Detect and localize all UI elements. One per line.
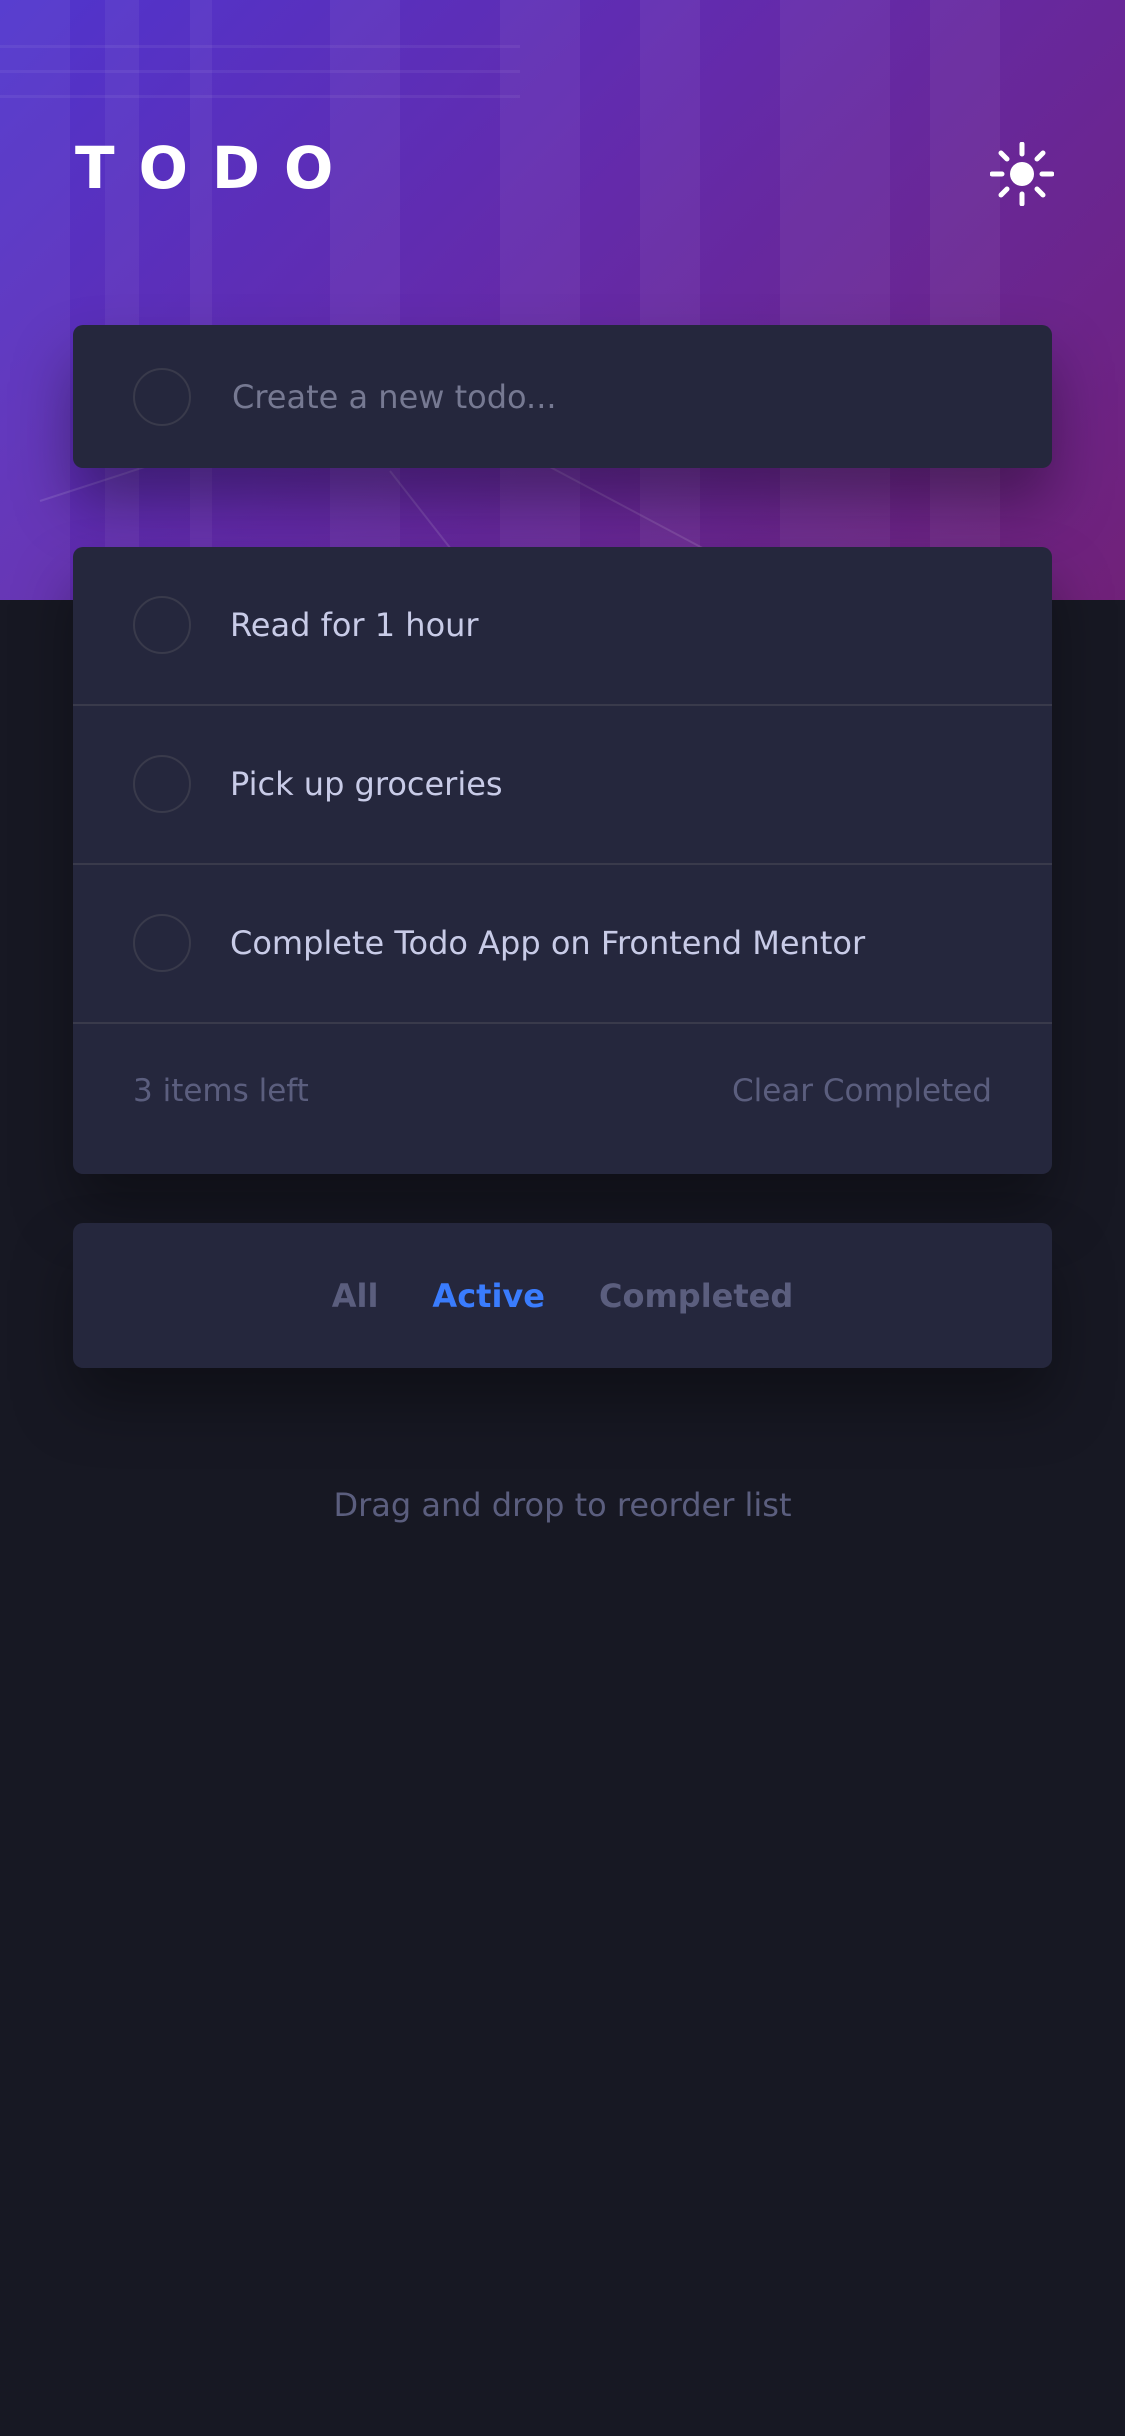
filter-all-button[interactable]: All xyxy=(332,1271,379,1321)
background-pillar xyxy=(0,0,70,600)
todo-text: Read for 1 hour xyxy=(230,606,479,644)
todo-checkbox[interactable] xyxy=(133,914,191,972)
todo-text: Complete Todo App on Frontend Mentor xyxy=(230,924,866,962)
list-footer: 3 items left Clear Completed xyxy=(73,1024,1052,1174)
todo-checkbox[interactable] xyxy=(133,596,191,654)
header-background xyxy=(0,0,1125,600)
filter-card: All Active Completed xyxy=(73,1223,1052,1368)
sun-icon xyxy=(989,141,1055,207)
new-todo-input[interactable] xyxy=(230,363,1014,431)
background-pillar xyxy=(780,0,890,600)
filter-active-button[interactable]: Active xyxy=(432,1271,545,1321)
new-todo-checkbox[interactable] xyxy=(133,368,191,426)
background-pillar xyxy=(105,0,139,600)
background-ceiling-line xyxy=(0,95,520,98)
todo-item[interactable]: Read for 1 hour xyxy=(73,547,1052,706)
background-pillar xyxy=(330,0,400,600)
filter-bar: All Active Completed xyxy=(73,1223,1052,1368)
new-todo-card xyxy=(73,325,1052,468)
filter-completed-button[interactable]: Completed xyxy=(599,1271,793,1321)
todo-checkbox[interactable] xyxy=(133,755,191,813)
app-title: TODO xyxy=(75,134,358,202)
clear-completed-button[interactable]: Clear Completed xyxy=(732,1066,992,1116)
todo-item[interactable]: Pick up groceries xyxy=(73,706,1052,865)
background-ceiling-line xyxy=(0,45,520,48)
todo-text: Pick up groceries xyxy=(230,765,503,803)
background-pillar xyxy=(500,0,580,600)
background-ceiling-line xyxy=(0,70,520,73)
background-pillar xyxy=(190,0,212,600)
items-left-count: 3 items left xyxy=(133,1073,309,1109)
todo-list-card: Read for 1 hour Pick up groceries Comple… xyxy=(73,547,1052,1174)
reorder-hint: Drag and drop to reorder list xyxy=(333,1486,792,1524)
todo-item[interactable]: Complete Todo App on Frontend Mentor xyxy=(73,865,1052,1024)
background-pillar xyxy=(640,0,700,600)
background-pillar xyxy=(930,0,1000,600)
theme-toggle-button[interactable] xyxy=(989,141,1055,207)
